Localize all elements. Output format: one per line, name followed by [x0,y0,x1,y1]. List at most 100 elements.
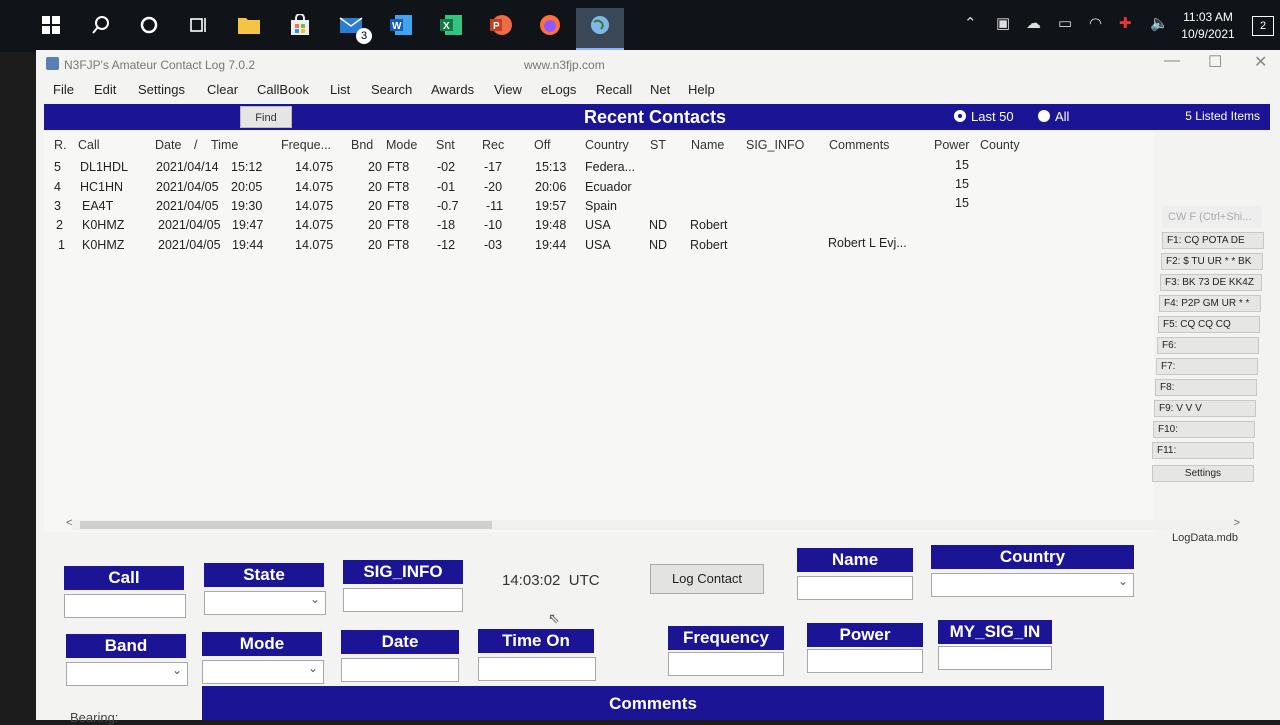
close-icon[interactable]: ✕ [1254,52,1267,72]
col-header-mode[interactable]: Mode [386,138,417,152]
horizontal-scrollbar[interactable]: < > [66,517,1240,530]
col-header-time[interactable]: Time [211,138,238,152]
frequency-input[interactable] [668,652,784,676]
cell-date: 2021/04/14 [156,160,219,174]
windows-start-icon[interactable] [36,10,66,40]
system-clock[interactable]: 11:03 AM 10/9/2021 [1176,9,1240,43]
col-header-band[interactable]: Bnd [351,138,373,152]
my-sig-info-label: MY_SIG_IN [938,620,1052,644]
call-input[interactable] [64,594,186,618]
scroll-right-icon[interactable]: > [1234,517,1240,529]
cell-mode: FT8 [387,238,410,252]
menu-view[interactable]: View [494,82,522,97]
cw-f3-button[interactable]: F3: BK 73 DE KK4Z [1160,274,1262,291]
notification-center-icon[interactable]: 2 [1252,16,1274,36]
col-header-power[interactable]: Power [934,138,969,152]
col-header-name[interactable]: Name [691,138,724,152]
cortana-icon[interactable] [134,10,164,40]
cw-f6-button[interactable]: F6: [1157,337,1259,354]
volume-icon[interactable]: 🔈 [1150,14,1169,32]
cell-snt: -18 [437,218,456,232]
col-header-date[interactable]: Date [155,138,181,152]
find-button[interactable]: Find [240,106,292,128]
cell-power: 15 [955,196,969,210]
col-header-country[interactable]: Country [585,138,629,152]
col-header-call[interactable]: Call [78,138,100,152]
powerpoint-icon[interactable]: P [486,10,516,40]
cw-f10-button[interactable]: F10: [1153,421,1255,438]
cw-settings-button[interactable]: Settings [1152,465,1254,482]
task-view-icon[interactable] [183,10,213,40]
cell-call: DL1HDL [80,160,128,174]
menu-help[interactable]: Help [688,82,715,97]
col-header-st[interactable]: ST [650,138,666,152]
col-header-r[interactable]: R. [54,138,67,152]
firefox-icon[interactable] [535,10,565,40]
name-input[interactable] [797,576,913,600]
app-window: N3FJP's Amateur Contact Log 7.0.2 www.n3… [36,50,1280,725]
menu-list[interactable]: List [330,82,350,97]
cw-f2-button[interactable]: F2: $ TU UR * * BK [1161,253,1263,270]
sig-info-input[interactable] [343,588,463,612]
cell-r: 5 [54,160,61,174]
word-icon[interactable]: W [386,10,416,40]
cw-f7-button[interactable]: F7: [1156,358,1258,375]
scroll-left-icon[interactable]: < [66,517,72,529]
time-on-input[interactable] [478,657,596,681]
menu-file[interactable]: File [53,82,74,97]
chevron-up-icon[interactable]: ⌃ [964,14,977,32]
meet-now-icon[interactable]: ▣ [996,14,1010,32]
contacts-table[interactable]: R. Call Date / Time Freque... Bnd Mode S… [44,132,1154,532]
search-icon[interactable] [86,10,116,40]
power-input[interactable] [807,649,923,673]
band-select[interactable] [66,662,188,686]
cell-rec: -17 [484,160,503,174]
menu-search[interactable]: Search [371,82,412,97]
cw-f9-button[interactable]: F9: V V V [1154,400,1256,417]
col-header-sig-info[interactable]: SIG_INFO [746,138,804,152]
cell-snt: -12 [437,238,456,252]
menu-awards[interactable]: Awards [431,82,474,97]
file-explorer-icon[interactable] [234,10,264,40]
date-input[interactable] [341,658,459,682]
scrollbar-thumb[interactable] [80,521,492,529]
country-select[interactable] [931,573,1134,597]
col-header-off[interactable]: Off [534,138,550,152]
last50-radio[interactable] [954,110,966,122]
battery-icon[interactable]: ▭ [1058,14,1072,32]
log-contact-button[interactable]: Log Contact [650,564,764,594]
menu-callbook[interactable]: CallBook [257,82,309,97]
wifi-icon[interactable]: ◠ [1089,14,1102,32]
menu-elogs[interactable]: eLogs [541,82,576,97]
menu-recall[interactable]: Recall [596,82,632,97]
cell-time: 20:05 [231,180,263,194]
globe-app-icon[interactable] [585,10,615,40]
cw-f11-button[interactable]: F11: [1152,442,1254,459]
col-header-comments[interactable]: Comments [829,138,889,152]
cell-call: HC1HN [80,180,124,194]
excel-icon[interactable]: X [436,10,466,40]
app-tray-icon[interactable]: ✚ [1119,14,1132,32]
minimize-icon[interactable]: — [1164,52,1180,70]
menu-settings[interactable]: Settings [138,82,185,97]
menu-net[interactable]: Net [650,82,670,97]
onedrive-icon[interactable]: ☁ [1026,14,1041,32]
col-header-rec[interactable]: Rec [482,138,504,152]
cw-f8-button[interactable]: F8: [1155,379,1257,396]
my-sig-info-input[interactable] [938,646,1052,670]
cw-f4-button[interactable]: F4: P2P GM UR * * [1159,295,1261,312]
menu-clear[interactable]: Clear [207,82,238,97]
cw-f5-button[interactable]: F5: CQ CQ CQ [1158,316,1260,333]
cw-f1-button[interactable]: F1: CQ POTA DE [1162,232,1264,249]
col-header-frequency[interactable]: Freque... [281,138,331,152]
mode-select[interactable] [202,660,324,684]
all-radio[interactable] [1038,110,1050,122]
menu-edit[interactable]: Edit [94,82,116,97]
state-select[interactable] [204,591,326,615]
state-label: State [204,563,324,587]
cell-power: 15 [955,177,969,191]
col-header-snt[interactable]: Snt [436,138,455,152]
store-icon[interactable] [285,10,315,40]
col-header-county[interactable]: County [980,138,1020,152]
maximize-icon[interactable]: ☐ [1208,52,1222,72]
